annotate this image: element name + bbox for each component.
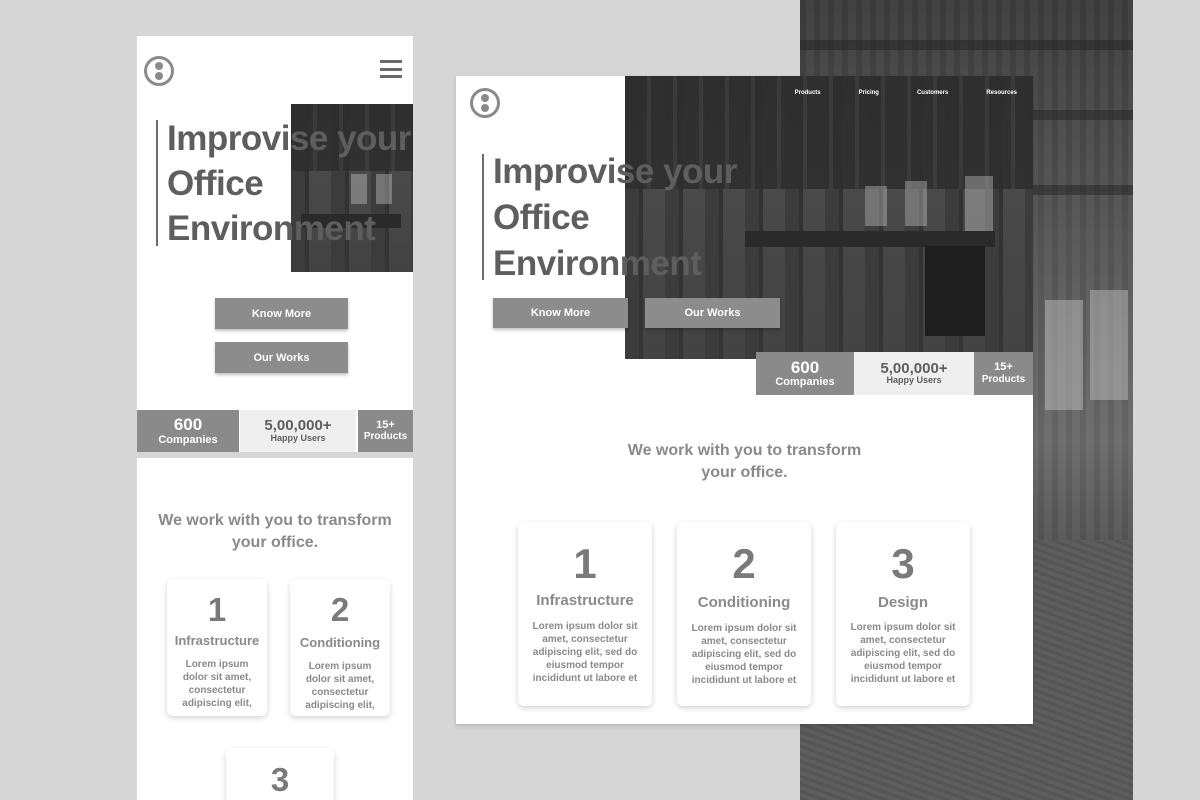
stat-products: 15+ Products (974, 352, 1033, 395)
hero-title-line: Office (167, 164, 264, 203)
feature-card-design[interactable]: 3 (226, 748, 334, 800)
mobile-mockup: Improvise your Office Environment Know M… (137, 36, 413, 800)
stat-companies: 600 Companies (137, 410, 239, 452)
hero-title: Improvise your Office Environment (493, 149, 737, 287)
stats-divider (137, 452, 413, 458)
card-title: Conditioning (697, 594, 791, 611)
stat-label: Happy Users (270, 432, 326, 443)
know-more-button[interactable]: Know More (215, 298, 348, 329)
hero-title: Improvise your Office Environment (167, 116, 411, 251)
stat-number: 15+ (376, 418, 395, 431)
hero-accent-bar (156, 120, 158, 246)
top-nav: Products Pricing Customers Resources (795, 90, 1017, 96)
nav-products[interactable]: Products (795, 90, 821, 96)
hero-accent-bar (482, 154, 484, 280)
stat-number: 600 (790, 357, 820, 377)
desktop-mockup: Products Pricing Customers Resources Imp… (456, 76, 1033, 724)
card-text: Lorem ipsum dolor sit amet, consectetur … (182, 659, 252, 709)
tagline-line: your office. (701, 464, 788, 481)
tagline: We work with you to transform your offic… (137, 510, 413, 554)
hero-title-line: Office (493, 198, 590, 237)
logo-icon[interactable] (470, 88, 500, 118)
stat-number: 15+ (994, 361, 1013, 374)
card-title: Conditioning (299, 635, 381, 650)
hero-title-line: Environment (493, 244, 702, 283)
card-text: Lorem ipsum dolor sit amet, consectetur … (305, 661, 375, 711)
stat-companies: 600 Companies (756, 352, 854, 395)
feature-card-infrastructure[interactable]: 1 Infrastructure Lorem ipsum dolor sit a… (167, 579, 267, 716)
nav-resources[interactable]: Resources (986, 90, 1017, 96)
feature-card-conditioning[interactable]: 2 Conditioning Lorem ipsum dolor sit ame… (677, 522, 811, 706)
tagline: We work with you to transform your offic… (456, 440, 1033, 484)
card-title: Infrastructure (536, 592, 634, 609)
tagline-line: We work with you to transform (158, 512, 392, 529)
feature-card-design[interactable]: 3 Design Lorem ipsum dolor sit amet, con… (836, 522, 970, 706)
our-works-button[interactable]: Our Works (645, 298, 780, 328)
feature-card-conditioning[interactable]: 2 Conditioning Lorem ipsum dolor sit ame… (290, 579, 390, 716)
tagline-line: We work with you to transform (627, 442, 862, 459)
tagline-line: your office. (231, 534, 319, 551)
nav-pricing[interactable]: Pricing (859, 90, 879, 96)
card-number: 3 (891, 540, 915, 587)
hero-title-line: Improvise your (167, 119, 411, 158)
know-more-button[interactable]: Know More (493, 298, 628, 328)
feature-card-infrastructure[interactable]: 1 Infrastructure Lorem ipsum dolor sit a… (518, 522, 652, 706)
card-text: Lorem ipsum dolor sit amet, consectetur … (691, 623, 797, 686)
card-number: 1 (573, 540, 597, 587)
card-number: 1 (207, 591, 227, 628)
hero-title-line: Environment (167, 209, 376, 248)
card-number: 2 (732, 540, 756, 587)
stat-happy-users: 5,00,000+ Happy Users (854, 352, 974, 395)
stat-products: 15+ Products (358, 410, 413, 452)
card-number: 3 (270, 761, 290, 798)
stat-number: 5,00,000+ (264, 417, 332, 435)
card-text: Lorem ipsum dolor sit amet, consectetur … (532, 621, 638, 684)
stat-number: 600 (173, 415, 203, 435)
hamburger-menu-icon[interactable] (380, 60, 402, 78)
stat-label: Companies (775, 376, 835, 389)
card-title: Design (877, 594, 928, 611)
hero-title-line: Improvise your (493, 152, 737, 191)
card-text: Lorem ipsum dolor sit amet, consectetur … (850, 622, 956, 685)
card-number: 2 (330, 591, 350, 628)
stat-number: 5,00,000+ (880, 359, 948, 377)
card-title: Infrastructure (174, 633, 260, 648)
stat-label: Products (363, 431, 408, 443)
stat-label: Companies (158, 433, 218, 446)
logo-icon[interactable] (144, 56, 174, 86)
stat-happy-users: 5,00,000+ Happy Users (240, 410, 356, 452)
stat-label: Happy Users (886, 375, 942, 386)
our-works-button[interactable]: Our Works (215, 342, 348, 373)
stat-label: Products (981, 373, 1026, 385)
nav-customers[interactable]: Customers (917, 90, 948, 96)
